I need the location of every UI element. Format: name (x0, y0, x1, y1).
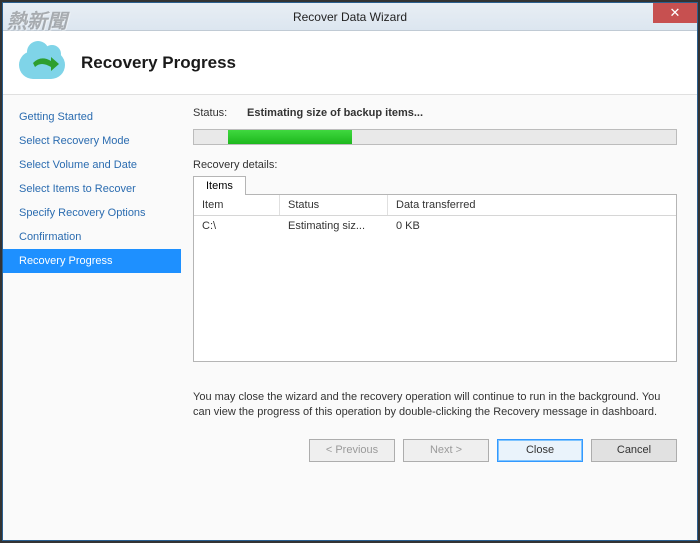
wizard-body: Getting Started Select Recovery Mode Sel… (3, 95, 697, 540)
tab-items[interactable]: Items (193, 176, 246, 195)
cloud-restore-icon (17, 43, 69, 83)
wizard-window: 熱新聞 Recover Data Wizard ✕ Recovery Progr… (2, 2, 698, 541)
window-title: Recover Data Wizard (3, 10, 697, 24)
button-row: < Previous Next > Close Cancel (193, 439, 677, 466)
tab-strip: Items (193, 175, 677, 194)
titlebar: 熱新聞 Recover Data Wizard ✕ (3, 3, 697, 31)
sidebar-item-specify-options[interactable]: Specify Recovery Options (3, 201, 181, 225)
wizard-header: Recovery Progress (3, 31, 697, 95)
progress-fill (228, 130, 352, 144)
close-button[interactable]: Close (497, 439, 583, 462)
sidebar-item-select-recovery-mode[interactable]: Select Recovery Mode (3, 129, 181, 153)
sidebar-item-getting-started[interactable]: Getting Started (3, 105, 181, 129)
status-text: Estimating size of backup items... (247, 107, 423, 119)
recovery-table: Item Status Data transferred C:\ Estimat… (193, 194, 677, 362)
col-data[interactable]: Data transferred (388, 195, 676, 215)
status-row: Status: Estimating size of backup items.… (193, 107, 677, 119)
cell-data: 0 KB (388, 216, 508, 236)
col-status[interactable]: Status (280, 195, 388, 215)
table-header: Item Status Data transferred (194, 195, 676, 216)
sidebar-item-select-volume-date[interactable]: Select Volume and Date (3, 153, 181, 177)
table-row[interactable]: C:\ Estimating siz... 0 KB (194, 216, 676, 236)
status-label: Status: (193, 107, 247, 119)
sidebar-item-recovery-progress[interactable]: Recovery Progress (3, 249, 181, 273)
sidebar-item-select-items[interactable]: Select Items to Recover (3, 177, 181, 201)
cancel-button[interactable]: Cancel (591, 439, 677, 462)
info-note: You may close the wizard and the recover… (193, 390, 677, 421)
cell-status: Estimating siz... (280, 216, 388, 236)
page-title: Recovery Progress (81, 53, 236, 73)
window-close-button[interactable]: ✕ (653, 3, 697, 23)
next-button: Next > (403, 439, 489, 462)
wizard-main: Status: Estimating size of backup items.… (181, 95, 697, 540)
col-item[interactable]: Item (194, 195, 280, 215)
sidebar-item-confirmation[interactable]: Confirmation (3, 225, 181, 249)
previous-button: < Previous (309, 439, 395, 462)
close-icon: ✕ (670, 5, 681, 21)
progress-bar (193, 129, 677, 145)
wizard-sidebar: Getting Started Select Recovery Mode Sel… (3, 95, 181, 540)
cell-item: C:\ (194, 216, 280, 236)
recovery-details-label: Recovery details: (193, 159, 677, 171)
